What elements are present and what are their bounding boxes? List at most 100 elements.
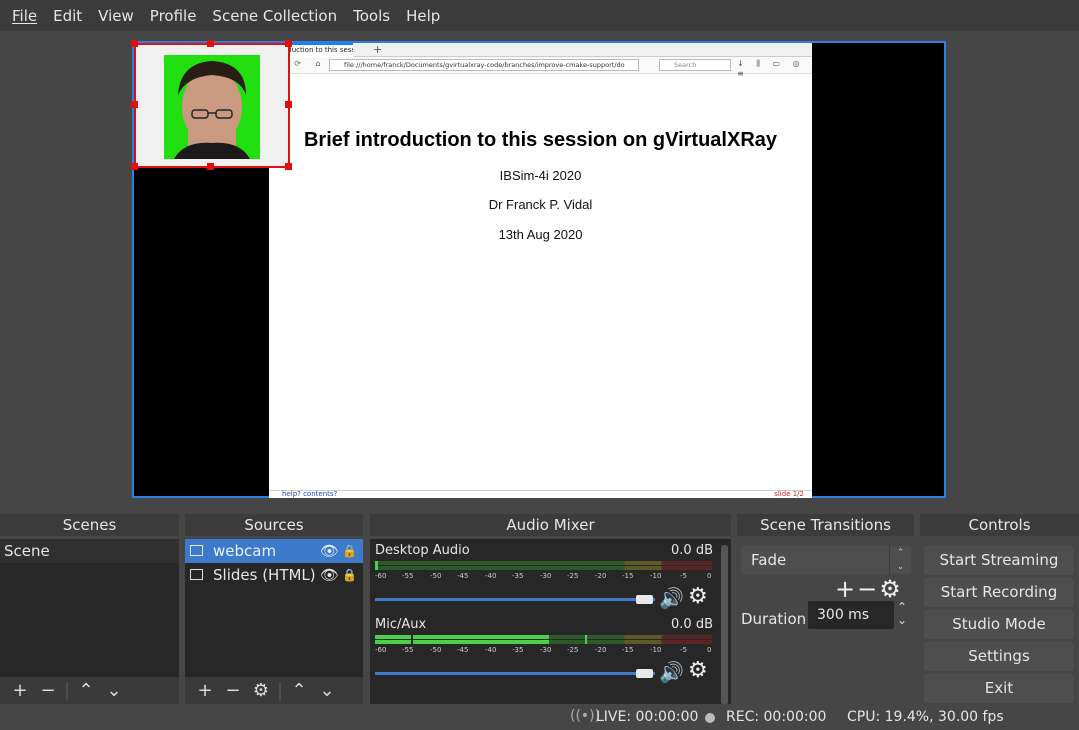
visibility-eye-icon[interactable]: 👁 — [320, 563, 339, 587]
audio-mixer-title: Audio Mixer — [370, 514, 731, 536]
preview-canvas[interactable]: Introduction to this sess + → ⟳ ⌂ file:/… — [131, 40, 946, 498]
lock-icon[interactable]: 🔒 — [342, 563, 357, 587]
source-item-slides[interactable]: Slides (HTML) 👁 🔒 — [185, 563, 363, 587]
lock-icon[interactable]: 🔒 — [342, 539, 357, 563]
menu-profile[interactable]: Profile — [142, 7, 205, 25]
browser-source-slides[interactable]: Introduction to this sess + → ⟳ ⌂ file:/… — [269, 43, 812, 498]
channel-db: 0.0 dB — [671, 617, 713, 632]
resize-handle[interactable] — [207, 40, 214, 47]
start-recording-button[interactable]: Start Recording — [924, 578, 1074, 607]
tick-label: -50 — [430, 646, 442, 654]
speaker-icon[interactable]: 🔊 — [659, 660, 684, 684]
toolbar-separator: | — [276, 680, 284, 701]
resize-handle[interactable] — [131, 101, 138, 108]
tick-label: -5 — [680, 572, 687, 580]
source-item-webcam[interactable]: webcam 👁 🔒 — [185, 539, 363, 563]
tick-label: -30 — [540, 646, 552, 654]
speaker-icon[interactable]: 🔊 — [659, 586, 684, 610]
slide-title: Brief introduction to this session on gV… — [303, 129, 778, 151]
scenes-toolbar: + − | ⌃ ⌄ — [0, 677, 179, 704]
tick-label: 0 — [707, 572, 712, 580]
gear-icon[interactable]: ⚙ — [688, 584, 708, 609]
browser-nav-bar: → ⟳ ⌂ file:///home/franck/Documents/gvir… — [269, 57, 812, 78]
duration-stepper[interactable]: ⌃ ⌄ — [895, 601, 909, 629]
resize-handle[interactable] — [131, 40, 138, 47]
source-label: webcam — [213, 542, 277, 560]
remove-icon[interactable]: − — [857, 575, 879, 603]
menu-tools[interactable]: Tools — [345, 7, 398, 25]
duration-input[interactable]: 300 ms — [808, 601, 894, 629]
move-down-icon[interactable]: ⌄ — [313, 680, 341, 701]
settings-button[interactable]: Settings — [924, 642, 1074, 671]
menu-scene-collection[interactable]: Scene Collection — [204, 7, 345, 25]
add-icon[interactable]: + — [835, 575, 857, 603]
channel-name: Mic/Aux — [375, 617, 427, 632]
display-source-icon — [190, 569, 203, 580]
transition-selected-value: Fade — [751, 551, 787, 569]
menu-view[interactable]: View — [90, 7, 142, 25]
slide-counter: slide 1/2 — [774, 490, 804, 498]
transition-select[interactable]: Fade ⌃ ⌄ — [741, 546, 911, 574]
move-up-icon[interactable]: ⌃ — [285, 680, 313, 701]
gear-icon[interactable]: ⚙ — [247, 680, 275, 701]
resize-handle[interactable] — [285, 40, 292, 47]
tick-label: 0 — [707, 646, 712, 654]
gear-icon[interactable]: ⚙ — [879, 575, 903, 603]
transition-toolbar: +−⚙ — [835, 575, 903, 603]
scenes-list: Scene — [0, 539, 179, 677]
docks: Scenes Scene + − | ⌃ ⌄ Sources webcam 👁 … — [0, 509, 1079, 705]
channel-db: 0.0 dB — [671, 543, 713, 558]
scene-transitions-dock: Scene Transitions Fade ⌃ ⌄ +−⚙ Duration 3… — [737, 514, 914, 704]
resize-handle[interactable] — [207, 163, 214, 170]
menu-edit[interactable]: Edit — [45, 7, 90, 25]
browser-url-field: file:///home/franck/Documents/gvirtualxr… — [329, 59, 639, 71]
cpu-fps-status: CPU: 19.4%, 30.00 fps — [847, 709, 1004, 725]
tick-label: -20 — [595, 572, 607, 580]
add-icon[interactable]: + — [6, 680, 34, 701]
resize-handle[interactable] — [131, 163, 138, 170]
tick-label: -40 — [485, 572, 497, 580]
tick-label: -40 — [485, 646, 497, 654]
tick-label: -45 — [457, 572, 469, 580]
tick-label: -20 — [595, 646, 607, 654]
tick-label: -55 — [402, 646, 414, 654]
start-streaming-button[interactable]: Start Streaming — [924, 546, 1074, 575]
sources-dock: Sources webcam 👁 🔒 Slides (HTML) 👁 🔒 + −… — [185, 514, 363, 704]
scenes-title: Scenes — [0, 514, 179, 536]
menu-file[interactable]: File — [4, 7, 45, 25]
resize-handle[interactable] — [285, 101, 292, 108]
audio-mixer-panel: Desktop Audio 0.0 dB -60 -55 -50 -45 -40… — [370, 539, 731, 705]
slide-footer: help? contents? slide 1/2 — [269, 490, 812, 498]
move-up-icon[interactable]: ⌃ — [72, 680, 100, 701]
chevron-updown-icon: ⌃ ⌄ — [889, 546, 911, 574]
slide-date: 13th Aug 2020 — [498, 227, 583, 242]
gear-icon[interactable]: ⚙ — [688, 658, 708, 683]
status-bar: ((•)) LIVE: 00:00:00 REC: 00:00:00 CPU: … — [0, 704, 1079, 730]
move-down-icon[interactable]: ⌄ — [100, 680, 128, 701]
volume-slider[interactable] — [375, 598, 655, 601]
remove-icon[interactable]: − — [34, 680, 62, 701]
display-source-icon — [190, 545, 203, 556]
volume-slider-handle[interactable] — [636, 595, 653, 604]
volume-slider-handle[interactable] — [636, 669, 653, 678]
toolbar-separator: | — [63, 680, 71, 701]
slide-author: Dr Franck P. Vidal — [488, 197, 593, 212]
volume-slider[interactable] — [375, 672, 655, 675]
visibility-eye-icon[interactable]: 👁 — [320, 539, 339, 563]
tick-label: -15 — [622, 646, 634, 654]
tick-label: -45 — [457, 646, 469, 654]
webcam-person-image — [174, 61, 250, 159]
menu-bar: File Edit View Profile Scene Collection … — [0, 0, 1079, 31]
mixer-scrollbar[interactable] — [721, 545, 728, 705]
sources-list: webcam 👁 🔒 Slides (HTML) 👁 🔒 — [185, 539, 363, 677]
menu-help[interactable]: Help — [398, 7, 448, 25]
rec-timer: REC: 00:00:00 — [726, 709, 827, 725]
exit-button[interactable]: Exit — [924, 674, 1074, 703]
remove-icon[interactable]: − — [219, 680, 247, 701]
add-icon[interactable]: + — [191, 680, 219, 701]
tick-label: -35 — [512, 646, 524, 654]
webcam-source-selected[interactable] — [134, 43, 290, 168]
scene-item[interactable]: Scene — [0, 539, 179, 563]
studio-mode-button[interactable]: Studio Mode — [924, 610, 1074, 639]
resize-handle[interactable] — [285, 163, 292, 170]
